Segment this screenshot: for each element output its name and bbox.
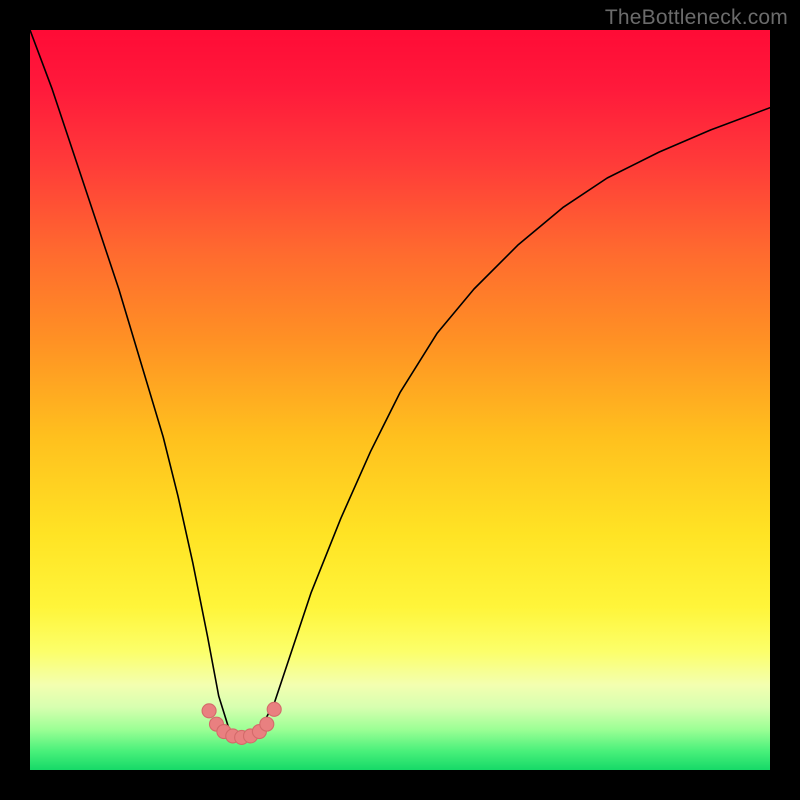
- watermark-text: TheBottleneck.com: [605, 6, 788, 30]
- chart-canvas: [30, 30, 770, 770]
- bottleneck-curve: [30, 30, 770, 736]
- chart-frame: TheBottleneck.com: [0, 0, 800, 800]
- plot-area: [30, 30, 770, 770]
- valley-marker-point: [260, 717, 274, 731]
- valley-marker-point: [202, 704, 216, 718]
- valley-marker-point: [267, 702, 281, 716]
